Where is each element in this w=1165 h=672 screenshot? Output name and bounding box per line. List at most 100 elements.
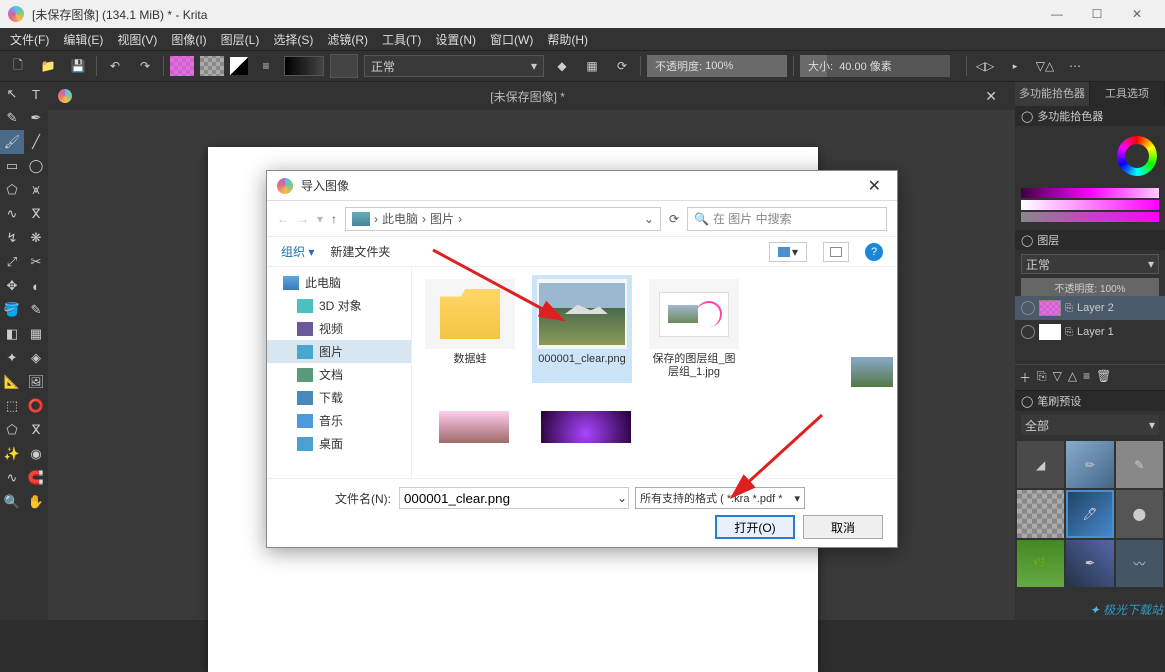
help-button[interactable]: ? — [865, 243, 883, 261]
reload-button[interactable]: ⟳ — [610, 54, 634, 78]
polygon-tool[interactable]: ⬠ — [0, 178, 24, 202]
nav-recent-button[interactable]: ▾ — [317, 212, 323, 226]
size-slider[interactable]: 大小: 40.00 像素 — [800, 55, 950, 77]
pan-tool[interactable]: ✋ — [24, 490, 48, 514]
brush-preset[interactable] — [1017, 490, 1064, 537]
view-mode-button[interactable]: ▾ — [769, 242, 807, 262]
file-image-partial[interactable] — [420, 407, 520, 447]
pattern-swatch[interactable] — [200, 56, 224, 76]
gradient-swatch[interactable] — [284, 56, 324, 76]
move-up-button[interactable]: △ — [1068, 369, 1077, 386]
layer-blend-dropdown[interactable]: 正常▾ — [1021, 254, 1159, 274]
color-wheel-icon[interactable] — [1117, 136, 1157, 176]
menu-filter[interactable]: 滤镜(R) — [321, 29, 374, 50]
brush-preset[interactable]: 🌿 — [1017, 540, 1064, 587]
organize-button[interactable]: 组织 ▾ — [281, 243, 314, 260]
freehand-path-tool[interactable]: ⴳ — [24, 202, 48, 226]
toolbar-icon-1[interactable]: ≡ — [254, 54, 278, 78]
file-list[interactable]: 数据蛙 000001_clear.png 保存的图层组_图层组_1.jpg — [412, 267, 897, 478]
deform-tool[interactable]: ◐ — [24, 274, 48, 298]
transform-tool[interactable]: ⤢ — [0, 250, 24, 274]
layer-props-button[interactable]: ≡ — [1083, 369, 1090, 386]
tree-downloads[interactable]: 下载 — [267, 386, 411, 409]
mirror-v-button[interactable]: ▽△ — [1033, 54, 1057, 78]
move-down-button[interactable]: ▽ — [1053, 369, 1062, 386]
nav-forward-button[interactable]: → — [297, 212, 309, 226]
layer-row-2[interactable]: ⎘ Layer 2 — [1015, 296, 1165, 320]
brush-preset[interactable]: 🖊 — [1066, 490, 1113, 537]
line-tool[interactable]: ╱ — [24, 130, 48, 154]
reference-tool[interactable]: 🖼 — [24, 370, 48, 394]
menu-file[interactable]: 文件(F) — [4, 29, 55, 50]
measure-tool[interactable]: 📐 — [0, 370, 24, 394]
layer-row-1[interactable]: ⎘ Layer 1 — [1015, 320, 1165, 344]
opacity-slider[interactable]: 不透明度: 100% — [647, 55, 787, 77]
new-folder-button[interactable]: 新建文件夹 — [330, 243, 390, 260]
brush-preset[interactable]: ⬤ — [1116, 490, 1163, 537]
menu-layer[interactable]: 图层(L) — [215, 29, 266, 50]
breadcrumb-dropdown[interactable]: ⌄ — [644, 212, 654, 226]
menu-window[interactable]: 窗口(W) — [484, 29, 539, 50]
doc-tab-close[interactable]: ✕ — [977, 84, 1005, 109]
move-layer-tool[interactable]: ✥ — [0, 274, 24, 298]
text-tool[interactable]: T — [24, 82, 48, 106]
tree-thispc[interactable]: 此电脑 — [267, 271, 411, 294]
alpha-lock[interactable]: ▦ — [580, 54, 604, 78]
brush-preset[interactable]: ✎ — [1116, 441, 1163, 488]
menu-tools[interactable]: 工具(T) — [376, 29, 427, 50]
color-wheel-area[interactable] — [1015, 126, 1165, 186]
tree-desktop[interactable]: 桌面 — [267, 432, 411, 455]
foreground-color-swatch[interactable] — [170, 56, 194, 76]
bezier-tool[interactable]: ∿ — [0, 202, 24, 226]
layer-opacity-slider[interactable]: 不透明度: 100% — [1021, 278, 1159, 296]
breadcrumb-thispc[interactable]: 此电脑 — [382, 210, 418, 227]
save-doc-button[interactable]: 💾 — [66, 54, 90, 78]
preview-pane-button[interactable] — [823, 242, 849, 262]
mirror-h-arrow[interactable]: ▸ — [1003, 54, 1027, 78]
redo-button[interactable]: ↷ — [133, 54, 157, 78]
poly-select-tool[interactable]: ⬠ — [0, 418, 24, 442]
tree-video[interactable]: 视频 — [267, 317, 411, 340]
move-tool[interactable]: ↖ — [0, 82, 24, 106]
tree-music[interactable]: 音乐 — [267, 409, 411, 432]
blend-mode-dropdown[interactable]: 正常▾ — [364, 55, 544, 77]
color-sliders[interactable] — [1015, 186, 1165, 226]
search-input[interactable]: 🔍 在 图片 中搜索 — [687, 207, 887, 231]
new-doc-button[interactable]: 🗋 — [6, 54, 30, 78]
edit-shape-tool[interactable]: ✎ — [0, 106, 24, 130]
free-select-tool[interactable]: ⴳ — [24, 418, 48, 442]
brush-preset[interactable]: ◢ — [1017, 441, 1064, 488]
calligraphy-tool[interactable]: ✒ — [24, 106, 48, 130]
menu-image[interactable]: 图像(I) — [165, 29, 212, 50]
menu-help[interactable]: 帮助(H) — [541, 29, 594, 50]
tree-3d[interactable]: 3D 对象 — [267, 294, 411, 317]
open-doc-button[interactable]: 📁 — [36, 54, 60, 78]
multi-brush-tool[interactable]: ❋ — [24, 226, 48, 250]
mirror-h-button[interactable]: ◁▷ — [973, 54, 997, 78]
ellipse-tool[interactable]: ◯ — [24, 154, 48, 178]
menu-select[interactable]: 选择(S) — [267, 29, 319, 50]
brush-tool[interactable]: 🖌 — [0, 130, 24, 154]
file-image-partial[interactable] — [532, 407, 632, 447]
color-select-tool[interactable]: ◉ — [24, 442, 48, 466]
brush-preset[interactable]: 〰 — [1116, 540, 1163, 587]
ellipse-select-tool[interactable]: ⭕ — [24, 394, 48, 418]
crop-tool[interactable]: ✂ — [24, 250, 48, 274]
visibility-icon[interactable] — [1021, 301, 1035, 315]
filetype-combo[interactable]: 所有支持的格式 ( *.kra *.pdf * — [635, 487, 805, 509]
maximize-button[interactable]: ☐ — [1077, 7, 1117, 21]
nav-up-button[interactable]: ↑ — [331, 212, 337, 226]
fill-tool[interactable]: 🪣 — [0, 298, 24, 322]
doc-tab-title[interactable]: [未保存图像] * — [78, 88, 977, 105]
polyline-tool[interactable]: ⩙ — [24, 178, 48, 202]
menu-settings[interactable]: 设置(N) — [429, 29, 482, 50]
file-image[interactable]: 保存的图层组_图层组_1.jpg — [644, 275, 744, 383]
smart-fill-tool[interactable]: ✦ — [0, 346, 24, 370]
pattern-tool[interactable]: ▦ — [24, 322, 48, 346]
toolbar-more[interactable]: ⋯ — [1063, 54, 1087, 78]
brush-preset[interactable]: ✏ — [1066, 441, 1113, 488]
file-image-selected[interactable]: 000001_clear.png — [532, 275, 632, 383]
dynamic-brush-tool[interactable]: ↯ — [0, 226, 24, 250]
hue-strip[interactable] — [1021, 188, 1159, 198]
brush-preview[interactable] — [330, 54, 358, 78]
